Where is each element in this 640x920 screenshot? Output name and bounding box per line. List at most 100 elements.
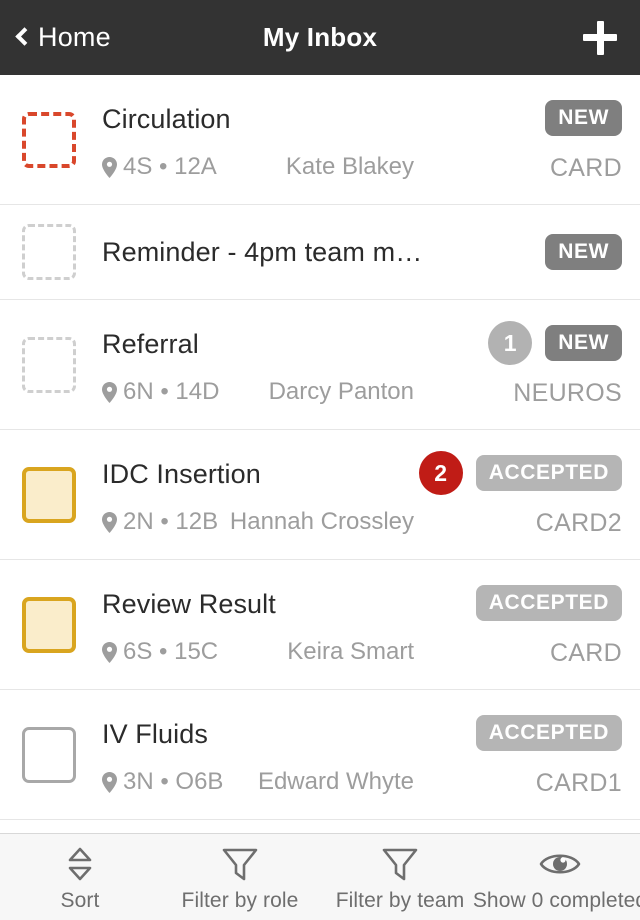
task-status-rail: 2 ACCEPTED CARD2 [418, 430, 622, 559]
task-location-label: 3N • O6B [123, 768, 224, 795]
back-button[interactable]: Home [15, 22, 111, 53]
patient-name: Kate Blakey [285, 153, 414, 180]
task-location-label: 6N • 14D [123, 378, 220, 405]
task-title: IDC Insertion [102, 459, 261, 489]
task-status-rail: ACCEPTED CARD1 [432, 690, 622, 819]
unread-count-badge: 2 [418, 451, 463, 495]
bottom-toolbar: Sort Filter by role Filter by team Show … [0, 833, 640, 920]
task-team: CARD1 [535, 769, 622, 797]
sort-label: Sort [60, 889, 100, 912]
task-status-row: ACCEPTED [475, 581, 622, 625]
show-completed-label: Show 0 completed [472, 889, 640, 912]
task-meta-row: 6S • 15C Keira Smart [102, 638, 424, 666]
status-badge: NEW [545, 325, 622, 361]
table-row[interactable]: Circulation 4S • 12A Kate Blakey NEW CAR… [0, 75, 640, 205]
task-team: CARD [549, 639, 622, 667]
patient-name: Edward Whyte [257, 768, 414, 795]
show-completed-button[interactable]: Show 0 completed [473, 834, 640, 920]
app-header: Home My Inbox [0, 0, 640, 75]
task-checkbox[interactable] [22, 111, 76, 168]
filter-by-role-button[interactable]: Filter by role [160, 834, 320, 920]
task-title-row: Referral [102, 323, 424, 360]
task-team: CARD [549, 154, 622, 182]
location-pin-icon [102, 771, 117, 793]
task-location-label: 4S • 12A [123, 153, 217, 180]
location-pin-icon [102, 381, 117, 403]
task-checkbox[interactable] [22, 726, 76, 783]
task-title: IV Fluids [102, 719, 208, 749]
inbox-screen: Home My Inbox Circulation 4S • 12A Kate … [0, 0, 640, 920]
unread-count-badge: 1 [488, 321, 533, 365]
table-row[interactable]: IDC Insertion 2N • 12B Hannah Crossley 2 [0, 430, 640, 560]
task-status-row: 1 NEW [488, 321, 622, 365]
task-location: 2N • 12B [102, 508, 218, 536]
status-badge: ACCEPTED [475, 455, 622, 491]
table-row[interactable]: Reminder - 4pm team meeting. D... NEW [0, 205, 640, 300]
location-pin-icon [102, 156, 117, 178]
task-details: Reminder - 4pm team meeting. D... [102, 205, 424, 299]
add-task-button[interactable] [578, 16, 622, 60]
filter-by-role-label: Filter by role [181, 889, 299, 912]
task-list[interactable]: Circulation 4S • 12A Kate Blakey NEW CAR… [0, 75, 640, 833]
patient-name: Darcy Panton [268, 378, 414, 405]
task-meta-row: 4S • 12A Kate Blakey [102, 153, 424, 181]
sort-icon [62, 845, 98, 883]
task-details: Referral 6N • 14D Darcy Panton [102, 300, 424, 429]
patient-name: Keira Smart [287, 638, 414, 665]
table-row[interactable]: Referral 6N • 14D Darcy Panton 1 NEW NEU… [0, 300, 640, 430]
task-title: Reminder - 4pm team meeting. D... [102, 236, 424, 267]
task-meta-row: 6N • 14D Darcy Panton [102, 378, 424, 406]
status-badge: ACCEPTED [475, 585, 622, 621]
location-pin-icon [102, 641, 117, 663]
task-title-row: IDC Insertion [102, 453, 424, 490]
chevron-left-icon [15, 27, 34, 46]
task-status-rail: NEW CARD [432, 75, 622, 204]
task-checkbox[interactable] [22, 596, 76, 653]
status-badge: NEW [545, 100, 622, 136]
task-title-row: IV Fluids [102, 713, 424, 750]
sort-button[interactable]: Sort [0, 834, 160, 920]
task-team: NEUROS [513, 379, 622, 407]
task-checkbox[interactable] [22, 224, 76, 280]
location-pin-icon [102, 511, 117, 533]
task-status-row: NEW [545, 96, 622, 140]
status-badge: ACCEPTED [475, 715, 622, 751]
task-status-row: 2 ACCEPTED [418, 451, 622, 495]
task-status-rail: NEW [432, 205, 622, 299]
task-checkbox[interactable] [22, 466, 76, 523]
back-button-label: Home [38, 22, 111, 52]
patient-name: Hannah Crossley [229, 508, 414, 535]
task-details: Circulation 4S • 12A Kate Blakey [102, 75, 424, 204]
task-title-row: Circulation [102, 98, 424, 135]
task-location: 4S • 12A [102, 153, 217, 181]
task-meta-row: 3N • O6B Edward Whyte [102, 768, 424, 796]
eye-icon [539, 845, 581, 883]
task-details: Review Result 6S • 15C Keira Smart [102, 560, 424, 689]
filter-icon [221, 845, 259, 883]
task-location: 3N • O6B [102, 768, 223, 796]
task-meta-row: 2N • 12B Hannah Crossley [102, 508, 424, 536]
task-title: Circulation [102, 104, 231, 134]
task-title-row: Reminder - 4pm team meeting. D... [102, 237, 424, 268]
filter-icon [381, 845, 419, 883]
table-row[interactable]: IV Fluids 3N • O6B Edward Whyte ACCEPTED [0, 690, 640, 820]
task-status-row: ACCEPTED [475, 711, 622, 755]
status-badge: NEW [545, 234, 622, 270]
task-status-rail: 1 NEW NEUROS [432, 300, 622, 429]
task-status-rail: ACCEPTED CARD [432, 560, 622, 689]
task-details: IV Fluids 3N • O6B Edward Whyte [102, 690, 424, 819]
filter-by-team-label: Filter by team [335, 889, 465, 912]
table-row[interactable]: Review Result 6S • 15C Keira Smart ACCEP [0, 560, 640, 690]
task-checkbox[interactable] [22, 336, 76, 393]
task-title: Review Result [102, 589, 276, 619]
filter-by-team-button[interactable]: Filter by team [320, 834, 480, 920]
task-location: 6S • 15C [102, 638, 218, 666]
task-title-row: Review Result [102, 583, 424, 620]
task-details: IDC Insertion 2N • 12B Hannah Crossley [102, 430, 424, 559]
task-location: 6N • 14D [102, 378, 219, 406]
task-location-label: 2N • 12B [123, 508, 219, 535]
task-location-label: 6S • 15C [123, 638, 219, 665]
task-team: CARD2 [535, 509, 622, 537]
task-title: Referral [102, 329, 199, 359]
task-status-row: NEW [545, 230, 622, 274]
